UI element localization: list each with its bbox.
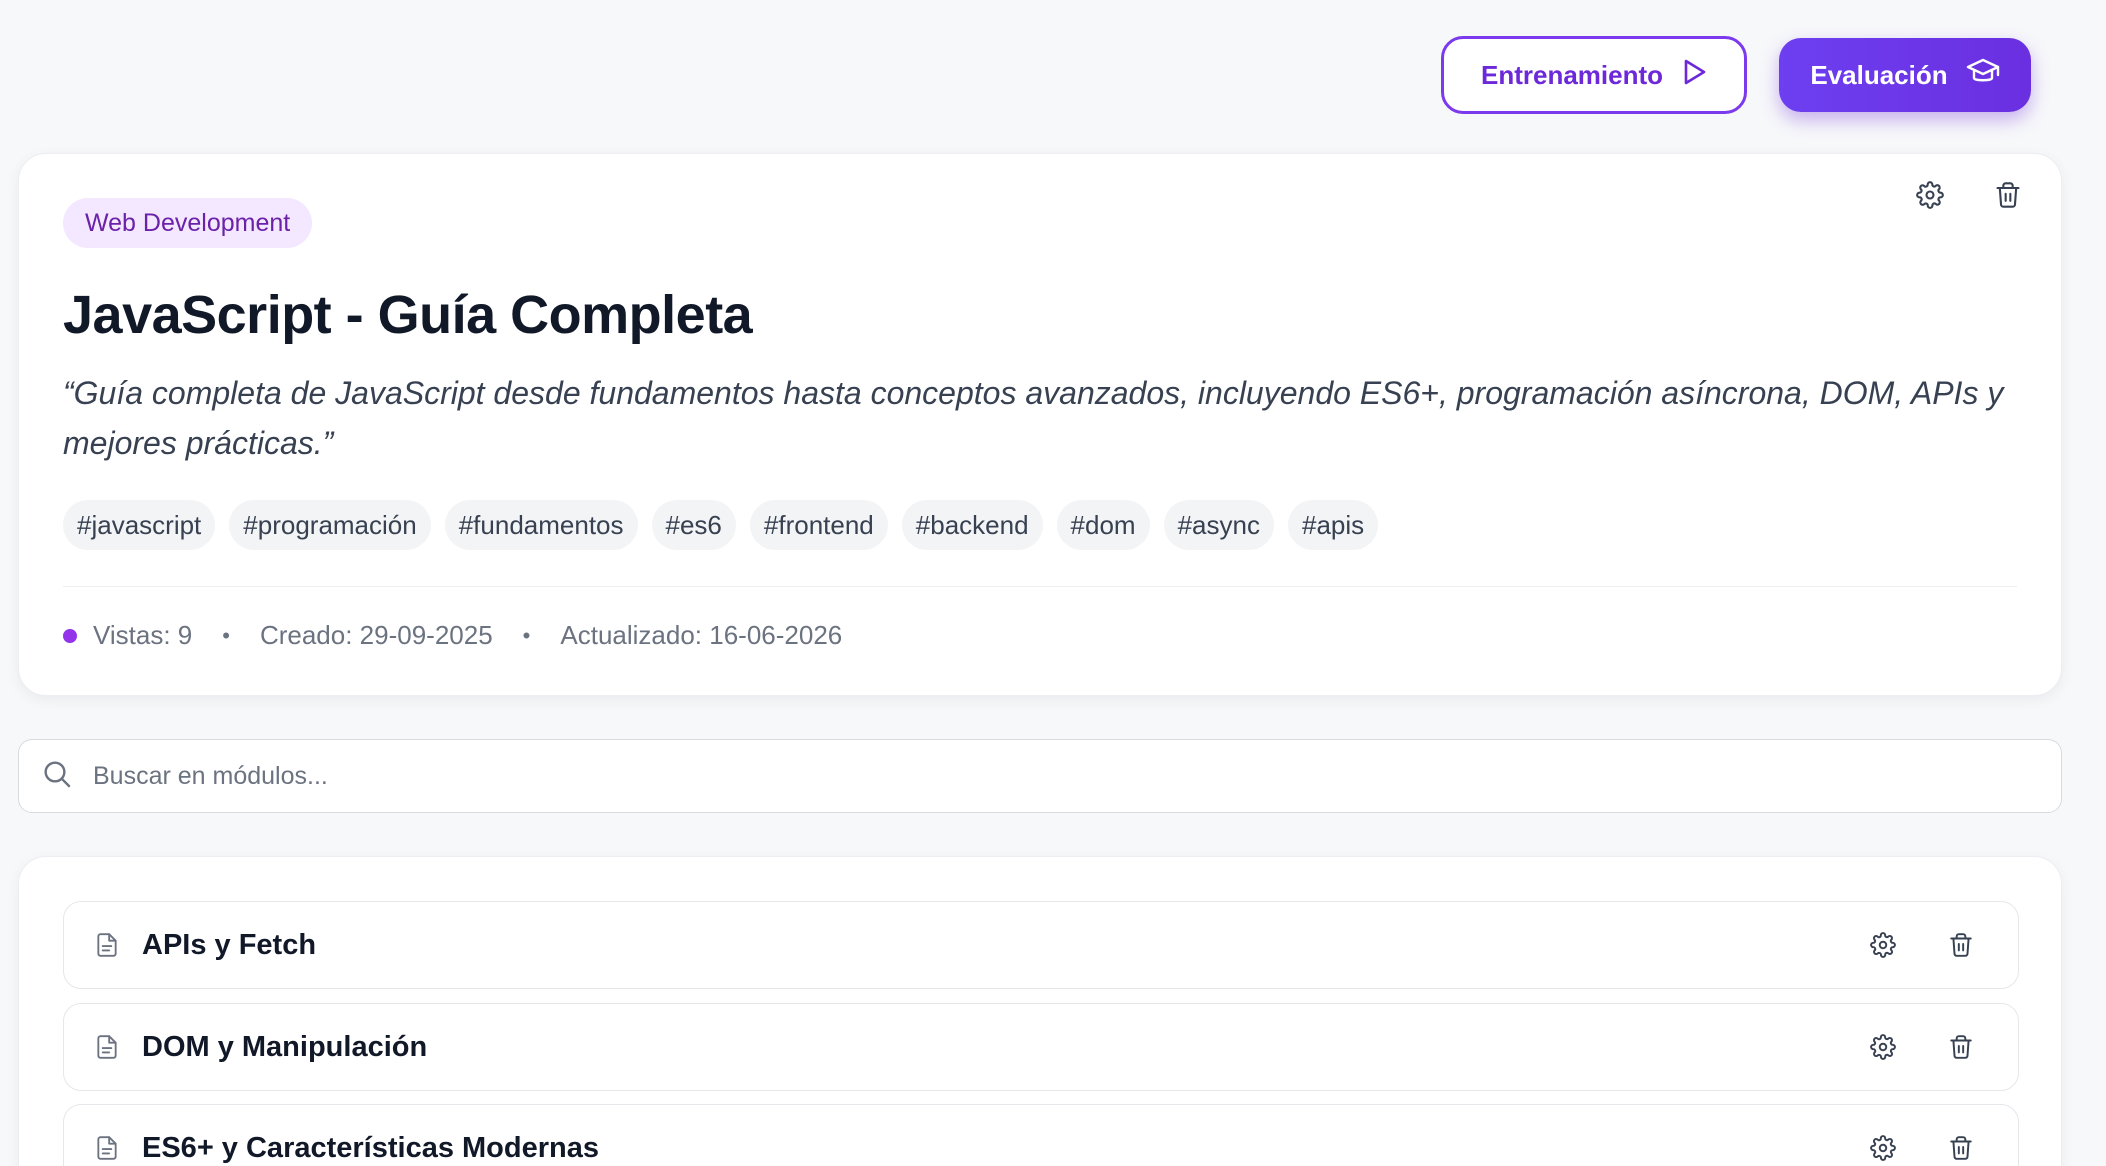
trash-icon[interactable] [1944,928,1978,962]
tag-programacion[interactable]: #programación [229,500,431,550]
tag-apis[interactable]: #apis [1287,500,1379,550]
course-description: “Guía completa de JavaScript desde funda… [63,375,2004,461]
document-icon [94,1134,120,1162]
top-actions: Entrenamiento Evaluación [1441,36,2031,114]
updated-date: Actualizado: 16-06-2026 [560,620,843,650]
gear-icon[interactable] [1866,1030,1900,1064]
views-indicator-dot [63,628,77,643]
module-item[interactable]: ES6+ y Características Modernas [63,1104,2019,1166]
tag-backend[interactable]: #backend [901,500,1043,550]
module-list: APIs y Fetch DOM y Manipulación ES6+ y C… [18,856,2062,1166]
gear-icon[interactable] [1866,1131,1900,1165]
evaluation-button[interactable]: Evaluación [1779,38,2031,112]
play-icon [1683,59,1707,92]
module-title: ES6+ y Características Modernas [142,1131,599,1164]
course-card: Web Development JavaScript - Guía Comple… [18,153,2062,696]
module-title: DOM y Manipulación [142,1030,428,1063]
training-button-label: Entrenamiento [1480,59,1664,90]
module-actions [1866,1131,1978,1165]
document-icon [94,931,120,959]
tag-list: #javascript #programación #fundamentos #… [63,500,1379,550]
course-actions [1913,178,2025,212]
module-title: APIs y Fetch [142,928,317,961]
graduation-cap-icon [1966,57,2000,94]
meta-separator: • [222,622,230,648]
tag-dom[interactable]: #dom [1056,500,1150,550]
views-count: Vistas: 9 [93,620,193,650]
evaluation-button-label: Evaluación [1810,59,1948,90]
trash-icon[interactable] [1944,1131,1978,1165]
trash-icon[interactable] [1991,178,2025,212]
module-actions [1866,928,1978,962]
tag-fundamentos[interactable]: #fundamentos [444,500,638,550]
module-search [18,739,2062,813]
meta-separator: • [522,622,531,648]
module-item[interactable]: APIs y Fetch [63,901,2019,989]
created-date: Creado: 29-09-2025 [259,620,493,650]
course-meta: Vistas: 9 • Creado: 29-09-2025 • Actuali… [63,620,842,651]
course-page: Entrenamiento Evaluación Web Development… [0,0,2106,1166]
tag-es6[interactable]: #es6 [651,500,736,550]
module-item[interactable]: DOM y Manipulación [63,1003,2019,1091]
search-icon [41,758,73,795]
gear-icon[interactable] [1866,928,1900,962]
gear-icon[interactable] [1913,178,1947,212]
training-button[interactable]: Entrenamiento [1441,36,1747,114]
search-input[interactable] [93,761,1993,791]
tag-frontend[interactable]: #frontend [749,500,888,550]
tag-javascript[interactable]: #javascript [63,500,216,550]
document-icon [94,1033,120,1061]
category-badge: Web Development [63,198,313,248]
tag-async[interactable]: #async [1163,500,1274,550]
module-actions [1866,1030,1978,1064]
course-title: JavaScript - Guía Completa [63,285,753,345]
divider [63,586,2017,587]
trash-icon[interactable] [1944,1030,1978,1064]
